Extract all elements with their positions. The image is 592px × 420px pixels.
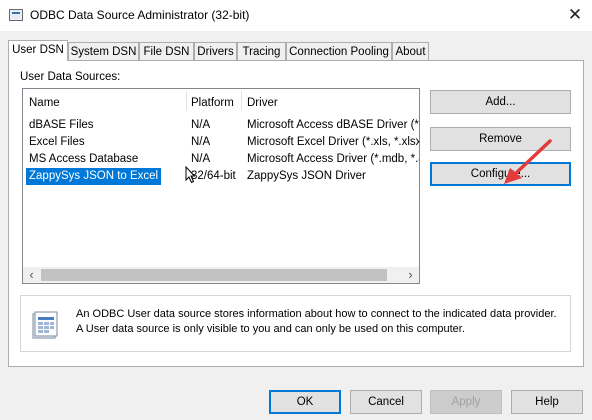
horizontal-scrollbar[interactable]: ‹ › [23, 267, 419, 283]
help-button[interactable]: Help [511, 390, 583, 414]
list-item[interactable]: Excel Files N/A Microsoft Excel Driver (… [23, 134, 419, 151]
scroll-left-icon[interactable]: ‹ [23, 267, 40, 283]
close-icon[interactable]: ✕ [560, 4, 590, 26]
row-platform: 32/64-bit [191, 170, 236, 182]
tab-tracing[interactable]: Tracing [237, 42, 286, 60]
list-item[interactable]: dBASE Files N/A Microsoft Access dBASE D… [23, 117, 419, 134]
row-driver: Microsoft Access dBASE Driver (*.dbf [247, 119, 419, 131]
row-name: MS Access Database [29, 153, 139, 165]
tab-connection-pooling[interactable]: Connection Pooling [286, 42, 392, 60]
row-name: dBASE Files [29, 119, 94, 131]
data-source-icon [32, 311, 58, 339]
add-button[interactable]: Add... [430, 90, 571, 114]
user-data-sources-label: User Data Sources: [20, 71, 121, 83]
row-platform: N/A [191, 136, 211, 148]
row-platform: N/A [191, 119, 211, 131]
row-driver: ZappySys JSON Driver [247, 170, 366, 182]
row-platform: N/A [191, 153, 211, 165]
list-item-selected[interactable]: ZappySys JSON to Excel 32/64-bit ZappySy… [23, 168, 419, 185]
info-description: An ODBC User data source stores informat… [76, 308, 557, 335]
tab-user-dsn[interactable]: User DSN [8, 40, 68, 61]
data-sources-list[interactable]: Name Platform Driver dBASE Files N/A Mic… [22, 88, 420, 284]
cancel-button[interactable]: Cancel [350, 390, 422, 414]
info-box: An ODBC User data source stores informat… [20, 295, 571, 352]
column-header-name[interactable]: Name [29, 97, 60, 109]
mouse-cursor-icon [185, 166, 195, 184]
list-item[interactable]: MS Access Database N/A Microsoft Access … [23, 151, 419, 168]
scroll-right-icon[interactable]: › [402, 267, 419, 283]
column-divider[interactable] [186, 91, 187, 111]
column-header-platform[interactable]: Platform [191, 97, 234, 109]
tab-system-dsn[interactable]: System DSN [68, 42, 139, 60]
column-divider[interactable] [241, 91, 242, 111]
odbc-app-icon [9, 9, 23, 21]
apply-button[interactable]: Apply [430, 390, 502, 414]
annotation-arrow-icon [504, 139, 552, 184]
row-driver: Microsoft Excel Driver (*.xls, *.xlsx, *… [247, 136, 419, 148]
row-driver: Microsoft Access Driver (*.mdb, *.ac [247, 153, 419, 165]
column-header-driver[interactable]: Driver [247, 97, 278, 109]
row-name: ZappySys JSON to Excel [26, 168, 162, 185]
title-bar: ODBC Data Source Administrator (32-bit) … [0, 0, 592, 31]
row-name: Excel Files [29, 136, 85, 148]
tab-file-dsn[interactable]: File DSN [139, 42, 194, 60]
ok-button[interactable]: OK [269, 390, 341, 414]
tab-about[interactable]: About [392, 42, 429, 60]
window-title: ODBC Data Source Administrator (32-bit) [30, 8, 250, 22]
tab-drivers[interactable]: Drivers [194, 42, 237, 60]
scrollbar-thumb[interactable] [41, 269, 387, 281]
